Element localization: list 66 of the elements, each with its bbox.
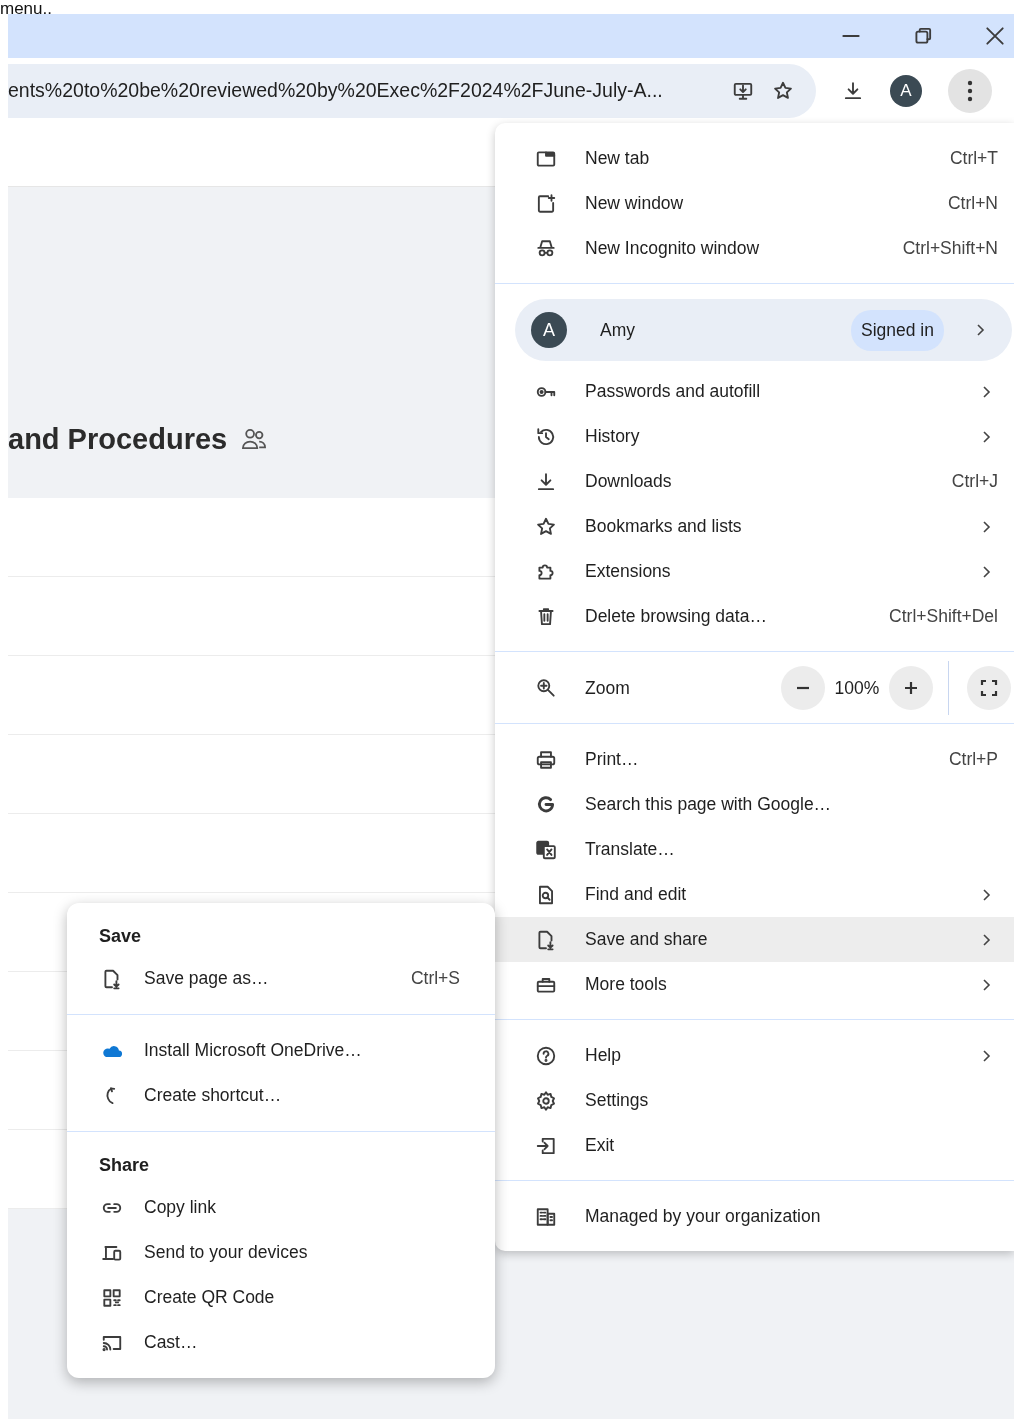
translate-icon — [535, 838, 557, 861]
shortcut-text: Ctrl+P — [948, 749, 998, 770]
menu-item[interactable]: Delete browsing data… Ctrl+Shift+Del — [495, 594, 1014, 639]
menu-item[interactable]: Copy link — [67, 1185, 495, 1230]
shortcut-text: Ctrl+N — [947, 193, 998, 214]
menu-item[interactable]: Search this page with Google… — [495, 782, 1014, 827]
menu-button[interactable] — [948, 68, 992, 113]
menu-item[interactable]: Exit — [495, 1123, 1014, 1168]
menu-item[interactable]: Extensions — [495, 549, 1014, 594]
menu-item[interactable]: New window Ctrl+N — [495, 181, 1014, 226]
profile-item[interactable]: A Amy Signed in — [515, 299, 1012, 361]
menu-item[interactable]: More tools — [495, 962, 1014, 1007]
window-plus-icon — [535, 192, 557, 215]
fullscreen-icon — [980, 679, 998, 697]
menu-item[interactable]: Find and edit — [495, 872, 1014, 917]
zoom-label: Zoom — [585, 677, 631, 699]
page-heading: and Procedures — [8, 422, 228, 456]
section-heading: Save — [98, 925, 143, 948]
menu-item[interactable]: Bookmarks and lists — [495, 504, 1014, 549]
menu-item[interactable]: Send to your devices — [67, 1230, 495, 1275]
menu-item[interactable]: Print… Ctrl+P — [495, 737, 1014, 782]
menu-item[interactable]: Install Microsoft OneDrive… — [67, 1028, 495, 1073]
caption-text: menu,. — [0, 2, 52, 16]
menu-item[interactable]: Save and share — [495, 917, 1014, 962]
qr-code-icon — [101, 1286, 123, 1309]
history-icon — [535, 425, 557, 448]
menu-item[interactable]: Cast… — [67, 1320, 495, 1365]
help-icon — [535, 1044, 557, 1067]
zoom-level: 100% — [833, 677, 881, 699]
menu-item[interactable]: New Incognito window Ctrl+Shift+N — [495, 226, 1014, 271]
restore-icon[interactable] — [912, 25, 934, 47]
menu-item[interactable]: Managed by your organization — [495, 1194, 1014, 1239]
menu-item[interactable]: Help — [495, 1033, 1014, 1078]
shortcut-text: Ctrl+J — [951, 471, 998, 492]
section-heading: Share — [98, 1154, 151, 1177]
menu-item[interactable]: Save page as… Ctrl+S — [67, 956, 495, 1001]
menu-item[interactable]: Settings — [495, 1078, 1014, 1123]
menu-item[interactable]: New tab Ctrl+T — [495, 136, 1014, 181]
status-badge: Signed in — [851, 309, 944, 351]
address-bar[interactable]: ents%20to%20be%20reviewed%20by%20Exec%2F2024%2FJune-July-A... — [8, 63, 816, 118]
avatar: A — [531, 312, 567, 348]
bookmark-star-icon[interactable] — [772, 79, 794, 102]
fullscreen-button[interactable] — [967, 666, 1011, 710]
star-icon — [535, 515, 557, 538]
avatar[interactable]: A — [890, 74, 922, 107]
people-icon — [241, 426, 268, 452]
shortcut-text: Ctrl+Shift+Del — [889, 606, 998, 627]
zoom-in-button[interactable] — [889, 666, 933, 710]
menu-item[interactable]: Passwords and autofill — [495, 369, 1014, 414]
shortcut-text: Ctrl+T — [949, 148, 998, 169]
printer-icon — [535, 748, 557, 771]
shortcut-text: Ctrl+Shift+N — [902, 238, 998, 259]
zoom-in-icon — [535, 677, 557, 699]
close-icon[interactable] — [984, 25, 1006, 47]
plus-icon — [904, 681, 918, 695]
menu-item[interactable]: Create shortcut… — [67, 1073, 495, 1118]
shortcut-text: Ctrl+S — [410, 968, 460, 989]
document-download-icon — [535, 928, 557, 951]
document-download-icon — [101, 967, 123, 990]
building-icon — [535, 1205, 557, 1228]
kebab-icon — [967, 79, 973, 102]
menu-item[interactable]: Create QR Code — [67, 1275, 495, 1320]
menu-item[interactable]: Downloads Ctrl+J — [495, 459, 1014, 504]
menu-item[interactable]: Translate… — [495, 827, 1014, 872]
settings-icon — [535, 1089, 557, 1112]
menu-item[interactable]: History — [495, 414, 1014, 459]
